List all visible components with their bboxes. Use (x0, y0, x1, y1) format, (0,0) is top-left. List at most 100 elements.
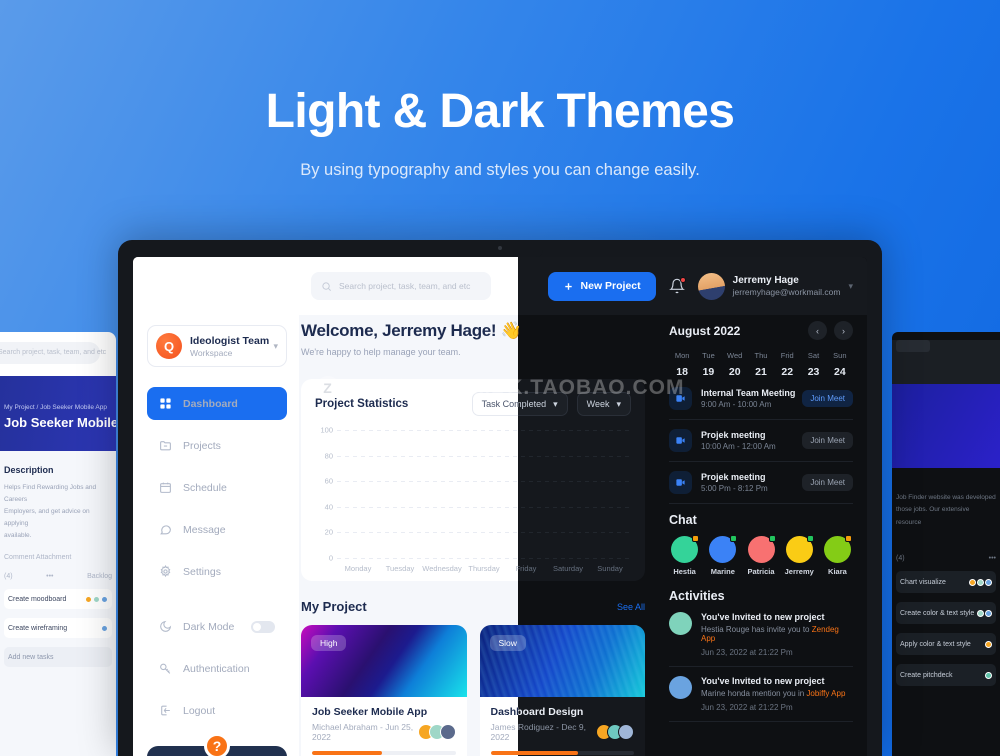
video-icon (669, 387, 692, 410)
calendar-day[interactable]: 22 (774, 366, 800, 378)
sidebar-item-schedule[interactable]: Schedule (147, 471, 287, 504)
avatar-group (85, 595, 108, 603)
join-meet-button[interactable]: Join Meet (802, 390, 853, 407)
calendar-day[interactable]: 21 (748, 366, 774, 378)
status-badge (806, 535, 814, 542)
y-tick-label: 0 (328, 553, 333, 563)
join-meet-button[interactable]: Join Meet (802, 432, 853, 449)
question-mark-icon: ? (204, 733, 230, 756)
user-menu[interactable]: Jerremy Hage jerremyhage@workmail.com ▾ (697, 272, 853, 300)
more-dots-icon: ••• (988, 555, 996, 563)
chevron-down-icon: ▾ (273, 340, 278, 351)
chat-person-name: Patricia (747, 567, 775, 576)
x-tick-label: Sunday (597, 564, 623, 573)
avatar (101, 624, 108, 632)
search-input[interactable]: Search project, task, team, and etc (311, 272, 491, 300)
calendar-prev-button[interactable]: ‹ (808, 321, 827, 340)
avatar (985, 671, 992, 679)
peek-left-meta: (4) ••• Backlog (4, 573, 112, 580)
left-peek-panel: Search project, task, team, and etc My P… (0, 332, 116, 756)
peek-right-task-label: Chart visualize (900, 578, 946, 586)
y-tick-label: 80 (324, 451, 333, 461)
x-tick-label: Monday (344, 564, 372, 573)
search-placeholder: Search project, task, team, and etc (339, 281, 471, 291)
sidebar-item-settings[interactable]: Settings (147, 555, 287, 588)
see-all-link[interactable]: See All (617, 602, 645, 612)
chat-person[interactable]: Kiara (822, 535, 853, 576)
meetings-list: Internal Team Meeting 9:00 Am - 10:00 Am J… (669, 378, 853, 504)
new-project-button[interactable]: New Project (547, 271, 656, 301)
meeting-row: Projek meeting 10:00 Am - 12:00 Am Join Me… (669, 420, 853, 462)
sidebar-item-authentication[interactable]: Authentication (147, 652, 287, 685)
key-icon (160, 663, 171, 674)
sidebar-item-projects[interactable]: Projects (147, 429, 287, 462)
calendar-weekday: Sun (833, 351, 847, 360)
project-card[interactable]: High Job Seeker Mobile App Michael Abraham… (301, 625, 467, 756)
chat-person[interactable]: Marine (707, 535, 738, 576)
activity-row: You've Invited to new project Marine hond… (669, 667, 853, 722)
activity-link[interactable]: Zendeg App (701, 625, 839, 643)
grid-icon (160, 398, 171, 409)
activity-link[interactable]: Jobiffy App (806, 689, 845, 698)
calendar-day[interactable]: 20 (722, 366, 748, 378)
camera-icon (498, 246, 502, 250)
calendar-day[interactable]: 24 (827, 366, 853, 378)
avatar-group (977, 609, 992, 617)
moon-icon (160, 620, 172, 632)
calendar-day[interactable]: 23 (800, 366, 826, 378)
calendar-weekday: Tue (702, 351, 715, 360)
peek-left-search: Search project, task, team, and etc (0, 342, 106, 364)
activity-heading: You've Invited to new project (701, 676, 825, 686)
notifications-button[interactable] (668, 277, 686, 294)
notification-dot (679, 277, 686, 283)
chat-avatars: Hestia Marine Patricia Jerremy Kiara (669, 535, 853, 576)
sidebar-item-label: Schedule (183, 481, 227, 494)
project-progress-bar (312, 751, 456, 755)
chat-person-name: Kiara (828, 567, 847, 576)
calendar-next-button[interactable]: › (834, 321, 853, 340)
avatar (93, 595, 100, 603)
chevron-left-icon: ‹ (816, 325, 819, 336)
chart-y-axis: 0 20 40 60 80 100 (315, 426, 337, 563)
sidebar-item-message[interactable]: Message (147, 513, 287, 546)
avatar (985, 609, 992, 617)
activity-description: Hestia Rouge has invite you to Zendeg Ap… (701, 625, 839, 643)
peek-right-task: Chart visualize (896, 571, 996, 594)
calendar-weekday: Frid (780, 351, 794, 360)
chat-person[interactable]: Hestia (669, 535, 700, 576)
sidebar-light: Q Ideologist Team Workspace ▾ Dashboard (133, 315, 299, 756)
project-priority-tag: High (311, 635, 347, 651)
calendar-day[interactable]: 18 (669, 366, 695, 378)
meeting-time: 9:00 Am - 10:00 Am (701, 400, 772, 409)
right-peek-panel: Job Finder website was developed those j… (892, 332, 1000, 756)
chat-person[interactable]: Patricia (745, 535, 776, 576)
peek-left-task-label: Create moodboard (8, 595, 67, 603)
chat-person[interactable]: Jerremy (784, 535, 815, 576)
status-badge (768, 535, 776, 542)
y-tick-label: 20 (324, 527, 333, 537)
sidebar-item-label: Settings (183, 565, 221, 578)
y-tick-label: 40 (324, 502, 333, 512)
avatar-group (101, 624, 108, 632)
peek-left-body: Description Helps Find Rewarding Jobs an… (0, 451, 116, 756)
peek-left-task: Create wireframing (4, 618, 112, 639)
sidebar-item-dark-mode[interactable]: Dark Mode (147, 610, 287, 643)
dark-mode-toggle[interactable] (251, 620, 275, 633)
sidebar-item-logout[interactable]: Logout (147, 694, 287, 727)
workspace-switcher[interactable]: Q Ideologist Team Workspace ▾ (147, 325, 287, 367)
chat-person-name: Marine (710, 567, 735, 576)
chat-title: Chat (669, 513, 697, 527)
avatar (969, 578, 976, 586)
help-centre-card: ? Help Centre Getting trouble on Nask? C… (147, 733, 287, 756)
calendar-icon (160, 482, 171, 493)
folder-icon (160, 441, 171, 451)
peek-left-tabs: Comment Attachment (4, 554, 72, 562)
calendar-day[interactable]: 19 (695, 366, 721, 378)
workspace-logo-icon: Q (156, 333, 182, 359)
video-icon (669, 429, 692, 452)
range-select[interactable]: Week▾ (576, 392, 631, 416)
stats-card-title: Project Statistics (315, 398, 409, 410)
join-meet-button[interactable]: Join Meet (802, 474, 853, 491)
sidebar-item-dashboard[interactable]: Dashboard (147, 387, 287, 420)
peek-right-task: Create color & text style (896, 602, 996, 625)
